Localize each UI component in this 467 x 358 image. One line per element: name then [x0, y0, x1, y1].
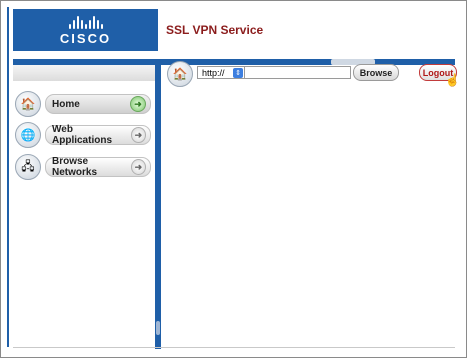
- hand-cursor-icon: ☝: [445, 73, 460, 87]
- sidebar-item-browse-networks[interactable]: 🖧 Browse Networks ➜: [15, 154, 151, 180]
- window-edge: [7, 7, 9, 347]
- sidebar-item-web-applications[interactable]: 🌐 Web Applications ➜: [15, 122, 151, 148]
- protocol-select[interactable]: http:// ⇕: [197, 66, 245, 79]
- sidebar-item-pill[interactable]: Browse Networks ➜: [45, 156, 151, 178]
- url-toolbar: 🏠 http:// ⇕ Browse Logout: [161, 61, 457, 87]
- url-input[interactable]: [245, 66, 351, 79]
- sidebar-item-label: Home: [52, 98, 80, 110]
- cisco-logo: CISCO: [13, 9, 158, 51]
- bottom-divider: [13, 347, 455, 348]
- arrow-right-icon[interactable]: ➜: [130, 159, 146, 175]
- sidebar-item-label: Web Applications: [52, 124, 113, 146]
- sidebar-header: [13, 65, 155, 81]
- sidebar: 🏠 Home ➜ 🌐 Web Applications ➜ 🖧 Browse N…: [13, 65, 155, 349]
- divider-grip[interactable]: [156, 321, 160, 335]
- cisco-bars-icon: [68, 15, 103, 29]
- arrow-right-icon[interactable]: ➜: [130, 127, 146, 143]
- select-arrows-icon[interactable]: ⇕: [233, 68, 243, 78]
- logo-text: CISCO: [59, 30, 112, 46]
- sidebar-item-label: Browse Networks: [52, 156, 98, 178]
- protocol-value: http://: [202, 67, 225, 78]
- content-pane: [161, 65, 455, 349]
- home-icon: 🏠: [15, 91, 41, 117]
- network-icon: 🖧: [15, 154, 41, 180]
- browse-button[interactable]: Browse: [353, 64, 399, 81]
- arrow-right-icon[interactable]: ➜: [130, 96, 146, 112]
- sidebar-item-pill[interactable]: Home ➜: [45, 94, 151, 114]
- globe-icon: 🌐: [15, 122, 41, 148]
- page-title: SSL VPN Service: [166, 23, 264, 37]
- sidebar-item-pill[interactable]: Web Applications ➜: [45, 124, 151, 146]
- app-window: CISCO SSL VPN Service 🏠 Home ➜ 🌐 Web App…: [0, 0, 467, 358]
- home-button-icon[interactable]: 🏠: [167, 61, 193, 87]
- sidebar-item-home[interactable]: 🏠 Home ➜: [15, 91, 151, 117]
